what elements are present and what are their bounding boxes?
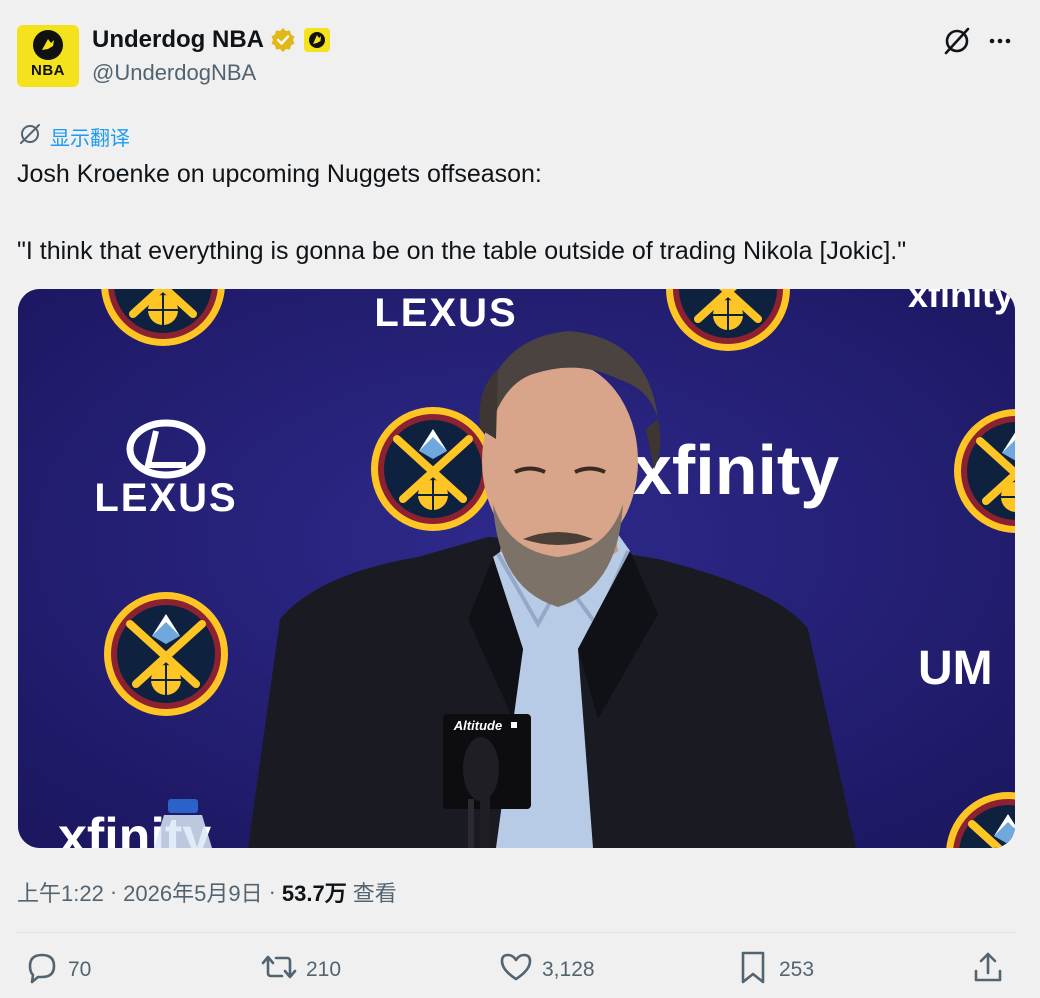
- video-media[interactable]: LEXUS LEXUS xfinity xfinity xfinity UM A…: [18, 289, 1015, 848]
- retweet-count: 210: [306, 958, 342, 981]
- share-button[interactable]: [970, 950, 1006, 990]
- tweet-text: Josh Kroenke on upcoming Nuggets offseas…: [17, 156, 1017, 270]
- verified-badge-icon[interactable]: [270, 27, 296, 53]
- tweet-line-2: "I think that everything is gonna be on …: [17, 237, 907, 265]
- tweet-time[interactable]: 上午1:22: [17, 876, 104, 908]
- show-translation-link[interactable]: 显示翻译: [18, 122, 130, 151]
- meta-separator: ·: [268, 879, 276, 904]
- author-handle[interactable]: @UnderdogNBA: [92, 60, 256, 86]
- avatar-label: NBA: [31, 61, 65, 79]
- press-conference-frame: LEXUS LEXUS xfinity xfinity xfinity UM A…: [18, 289, 1015, 848]
- underdog-logo-icon: [33, 29, 63, 60]
- views-count: 53.7万: [281, 881, 347, 906]
- divider: [17, 932, 1015, 933]
- svg-text:LEXUS: LEXUS: [94, 476, 237, 520]
- tweet-meta: 上午1:22 · 2026年5月9日 · 53.7万 查看: [17, 876, 397, 908]
- reply-count: 70: [68, 958, 92, 981]
- share-icon: [970, 949, 1006, 991]
- views-label: 查看: [352, 881, 397, 906]
- xfinity-logo: xfinity: [633, 431, 839, 509]
- bookmark-count: 253: [779, 958, 815, 981]
- um-logo: UM: [918, 642, 993, 695]
- bookmark-button[interactable]: 253: [735, 950, 814, 990]
- bookmark-icon: [735, 949, 771, 991]
- avatar[interactable]: NBA: [17, 25, 79, 87]
- svg-text:Altitude: Altitude: [453, 718, 502, 733]
- tweet-date[interactable]: 2026年5月9日: [123, 876, 262, 908]
- svg-text:xfinity: xfinity: [908, 289, 1014, 315]
- grok-icon[interactable]: [940, 24, 974, 58]
- more-icon[interactable]: [983, 24, 1017, 58]
- retweet-icon: [260, 949, 298, 991]
- reply-button[interactable]: 70: [24, 950, 91, 990]
- affiliate-badge-icon[interactable]: [303, 28, 330, 52]
- retweet-button[interactable]: 210: [260, 950, 341, 990]
- svg-text:LEXUS: LEXUS: [374, 291, 517, 335]
- like-button[interactable]: 3,128: [498, 950, 595, 990]
- tweet-line-1: Josh Kroenke on upcoming Nuggets offseas…: [17, 160, 542, 188]
- like-icon: [498, 949, 534, 991]
- translate-icon: [18, 122, 42, 151]
- translate-label: 显示翻译: [50, 128, 130, 150]
- reply-icon: [24, 949, 60, 991]
- author-display-name[interactable]: Underdog NBA: [92, 26, 264, 54]
- meta-separator: ·: [109, 879, 118, 904]
- like-count: 3,128: [542, 958, 595, 981]
